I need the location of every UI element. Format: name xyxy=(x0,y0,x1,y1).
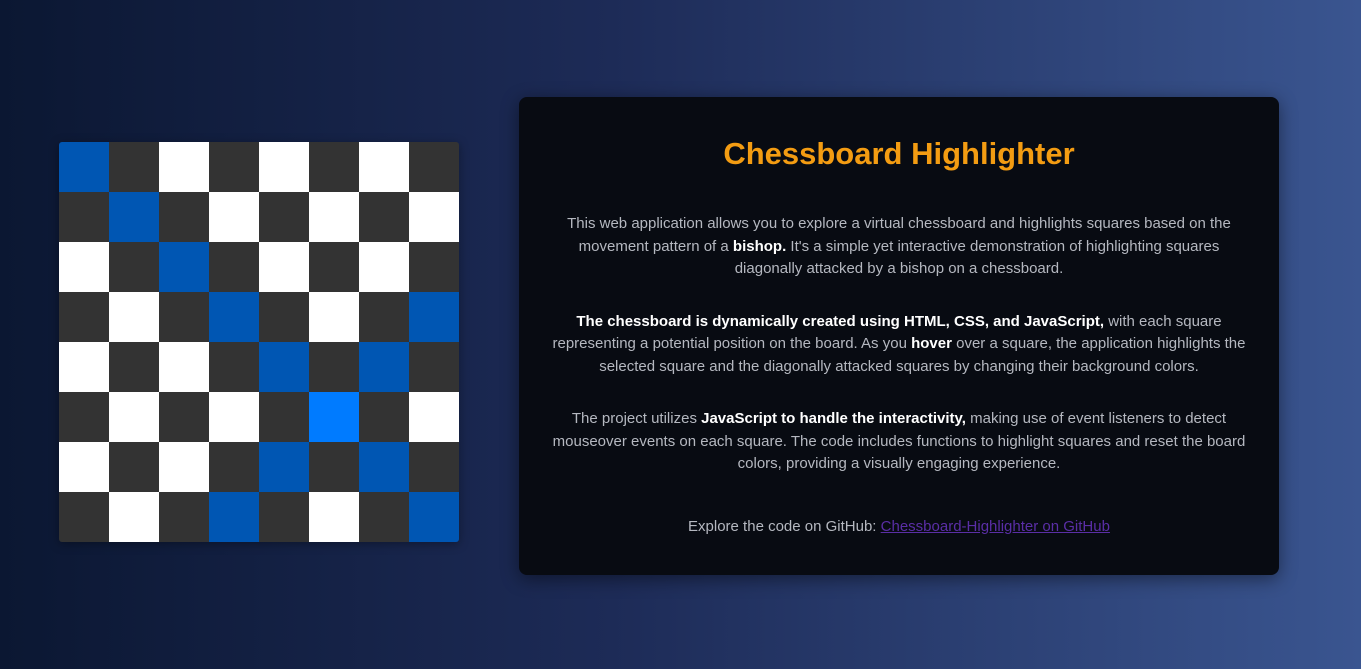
chess-square[interactable] xyxy=(159,392,209,442)
chess-square[interactable] xyxy=(109,142,159,192)
chess-square[interactable] xyxy=(409,242,459,292)
chess-square[interactable] xyxy=(259,242,309,292)
chess-square[interactable] xyxy=(59,342,109,392)
chess-square[interactable] xyxy=(259,192,309,242)
chess-square[interactable] xyxy=(59,142,109,192)
p3-bold-js: JavaScript to handle the interactivity, xyxy=(701,410,966,427)
p2-bold-hover: hover xyxy=(911,335,952,352)
chess-square[interactable] xyxy=(109,442,159,492)
description-paragraph-1: This web application allows you to explo… xyxy=(551,213,1247,281)
description-paragraph-2: The chessboard is dynamically created us… xyxy=(551,311,1247,379)
chess-square[interactable] xyxy=(209,392,259,442)
chess-square[interactable] xyxy=(259,142,309,192)
chess-square[interactable] xyxy=(159,442,209,492)
chess-square[interactable] xyxy=(159,342,209,392)
chess-square[interactable] xyxy=(309,342,359,392)
chess-square[interactable] xyxy=(159,142,209,192)
chess-square[interactable] xyxy=(359,342,409,392)
chess-square[interactable] xyxy=(309,392,359,442)
chess-square[interactable] xyxy=(409,492,459,542)
github-prefix: Explore the code on GitHub: xyxy=(688,517,881,535)
chess-square[interactable] xyxy=(309,492,359,542)
chess-square[interactable] xyxy=(309,192,359,242)
description-paragraph-3: The project utilizes JavaScript to handl… xyxy=(551,408,1247,476)
p3-text-a: The project utilizes xyxy=(571,410,702,427)
chess-square[interactable] xyxy=(259,292,309,342)
chess-square[interactable] xyxy=(359,142,409,192)
chess-square[interactable] xyxy=(409,292,459,342)
github-line: Explore the code on GitHub: Chessboard-H… xyxy=(551,516,1247,539)
chess-square[interactable] xyxy=(309,442,359,492)
chess-square[interactable] xyxy=(309,242,359,292)
chess-square[interactable] xyxy=(259,492,309,542)
github-link[interactable]: Chessboard-Highlighter on GitHub xyxy=(881,518,1110,535)
chess-square[interactable] xyxy=(209,292,259,342)
p1-text-c: It's a simple yet interactive demonstrat… xyxy=(734,237,1220,278)
chess-square[interactable] xyxy=(409,392,459,442)
chess-square[interactable] xyxy=(309,142,359,192)
chess-square[interactable] xyxy=(359,492,409,542)
chess-square[interactable] xyxy=(109,492,159,542)
chessboard xyxy=(59,142,459,542)
chess-square[interactable] xyxy=(359,242,409,292)
chess-square[interactable] xyxy=(109,342,159,392)
chess-square[interactable] xyxy=(59,392,109,442)
chess-square[interactable] xyxy=(59,442,109,492)
chess-square[interactable] xyxy=(409,342,459,392)
chess-square[interactable] xyxy=(259,392,309,442)
chess-square[interactable] xyxy=(209,192,259,242)
chess-square[interactable] xyxy=(109,242,159,292)
chess-square[interactable] xyxy=(309,292,359,342)
p2-bold-intro: The chessboard is dynamically created us… xyxy=(576,312,1105,330)
chess-square[interactable] xyxy=(209,442,259,492)
chess-square[interactable] xyxy=(209,242,259,292)
chess-square[interactable] xyxy=(409,442,459,492)
chess-square[interactable] xyxy=(209,492,259,542)
page-title: Chessboard Highlighter xyxy=(723,136,1075,171)
chess-square[interactable] xyxy=(259,442,309,492)
chess-square[interactable] xyxy=(59,292,109,342)
chess-square[interactable] xyxy=(159,192,209,242)
chess-square[interactable] xyxy=(359,392,409,442)
info-card: Chessboard Highlighter This web applicat… xyxy=(519,97,1279,575)
chess-square[interactable] xyxy=(409,192,459,242)
chess-square[interactable] xyxy=(109,292,159,342)
chess-square[interactable] xyxy=(259,342,309,392)
chess-square[interactable] xyxy=(409,142,459,192)
chess-square[interactable] xyxy=(209,342,259,392)
chess-square[interactable] xyxy=(359,192,409,242)
chess-square[interactable] xyxy=(359,442,409,492)
chess-square[interactable] xyxy=(59,492,109,542)
chess-square[interactable] xyxy=(159,492,209,542)
chess-square[interactable] xyxy=(59,192,109,242)
chess-square[interactable] xyxy=(159,242,209,292)
p1-bold-bishop: bishop. xyxy=(732,237,787,255)
chess-square[interactable] xyxy=(109,392,159,442)
chess-square[interactable] xyxy=(359,292,409,342)
chess-square[interactable] xyxy=(159,292,209,342)
chess-square[interactable] xyxy=(209,142,259,192)
chess-square[interactable] xyxy=(109,192,159,242)
chess-square[interactable] xyxy=(59,242,109,292)
